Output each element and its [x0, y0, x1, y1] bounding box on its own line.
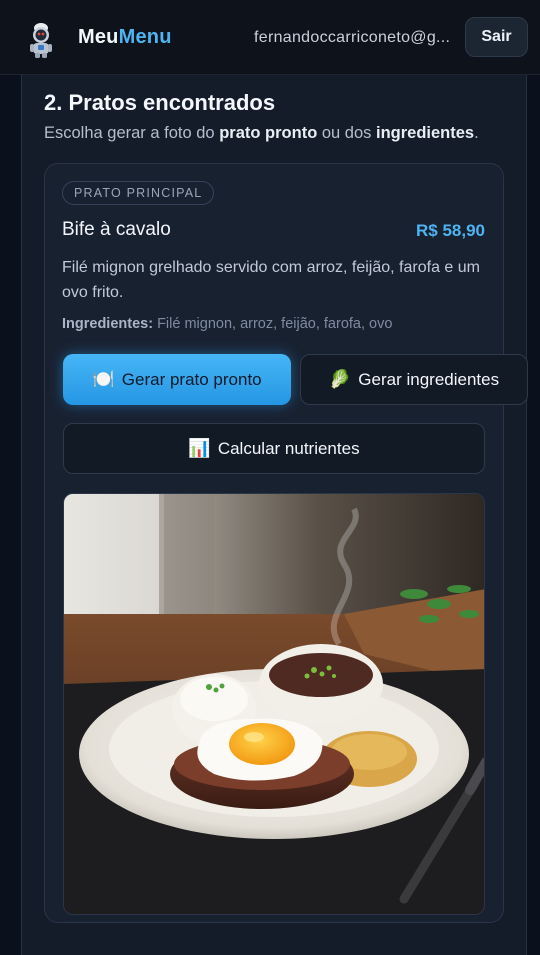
plate-icon: 🍽️ [92, 369, 115, 389]
dish-price: R$ 58,90 [416, 221, 485, 240]
ingredients-value: Filé mignon, arroz, feijão, farofa, ovo [153, 316, 393, 332]
generate-dish-label: Gerar prato pronto [121, 369, 262, 389]
subtitle-mid: ou dos [317, 124, 376, 142]
dish-name: Bife à cavalo [62, 219, 171, 240]
section-subtitle: Escolha gerar a foto do prato pronto ou … [44, 124, 479, 143]
subtitle-bold-dish: prato pronto [219, 124, 318, 142]
bar-chart-icon: 📊 [188, 438, 211, 458]
generate-ingredients-button[interactable]: 🥬 Gerar ingredientes [300, 354, 528, 405]
app-header: MeuMenu fernandoccarriconeto@g... Sair [0, 0, 540, 75]
section-title: 2. Pratos encontrados [44, 90, 276, 115]
logout-button[interactable]: Sair [465, 17, 528, 57]
astronaut-chef-icon[interactable] [26, 20, 56, 58]
dish-photo [63, 493, 485, 915]
user-email: fernandoccarriconeto@g... [254, 29, 451, 46]
dish-description: Filé mignon grelhado servido com arroz, … [62, 259, 480, 301]
brand-part-1: Meu [78, 26, 119, 48]
subtitle-suffix: . [474, 124, 479, 142]
generate-ingredients-label: Gerar ingredientes [358, 369, 500, 389]
subtitle-prefix: Escolha gerar a foto do [44, 124, 220, 142]
calculate-nutrients-button[interactable]: 📊 Calcular nutrientes [63, 423, 485, 474]
generate-dish-button[interactable]: 🍽️ Gerar prato pronto [63, 354, 291, 405]
leafy-green-icon: 🥬 [328, 369, 352, 389]
dish-ingredients: Ingredientes: Filé mignon, arroz, feijão… [62, 316, 392, 332]
dish-category-badge: PRATO PRINCIPAL [62, 181, 215, 205]
ingredients-label: Ingredientes: [62, 316, 154, 332]
brand-logo-text[interactable]: MeuMenu [78, 26, 172, 49]
calculate-nutrients-label: Calcular nutrientes [217, 438, 360, 458]
subtitle-bold-ingredients: ingredientes [376, 124, 475, 142]
brand-part-2: Menu [118, 26, 172, 48]
